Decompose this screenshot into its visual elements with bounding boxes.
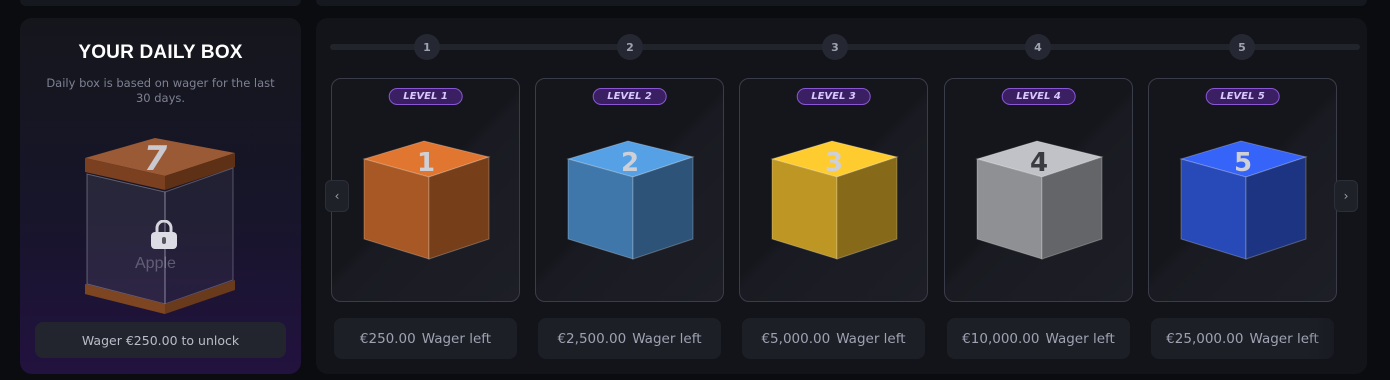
wager-suffix: Wager left: [836, 330, 906, 347]
level-badge: LEVEL 5: [1205, 88, 1280, 105]
level-badge: LEVEL 2: [592, 88, 667, 105]
daily-box-panel: YOUR DAILY BOX Daily box is based on wag…: [20, 18, 301, 374]
level-card-5[interactable]: LEVEL 5 5: [1148, 78, 1337, 302]
lock-icon: [147, 219, 181, 250]
level-card-2[interactable]: LEVEL 2 2: [535, 78, 724, 302]
level-box-number: 4: [1030, 148, 1048, 178]
level-box-image: 4: [967, 129, 1112, 279]
level-box-image: 3: [762, 129, 907, 279]
level-card-1[interactable]: LEVEL 1 1: [331, 78, 520, 302]
level-box-number: 2: [621, 148, 639, 178]
progress-step-1: 1: [414, 34, 440, 60]
daily-box-title: YOUR DAILY BOX: [78, 42, 243, 63]
level-box-image: 2: [558, 129, 703, 279]
chevron-right-icon[interactable]: ›: [1334, 180, 1358, 212]
level-box-number: 5: [1234, 148, 1252, 178]
levels-panel: 1 2 3 4 5 LEVEL 1 1 LEVEL 2 2 LEVEL 3 3 …: [316, 18, 1367, 374]
wager-amount: €2,500.00: [557, 330, 627, 347]
wager-left-3: €5,000.00 Wager left: [742, 318, 925, 359]
wager-amount: €250.00: [359, 330, 416, 347]
level-badge: LEVEL 3: [796, 88, 871, 105]
wager-left-2: €2,500.00 Wager left: [538, 318, 721, 359]
top-panel-edge-right: [316, 0, 1367, 6]
progress-step-5: 5: [1229, 34, 1255, 60]
wager-suffix: Wager left: [421, 330, 492, 347]
top-panel-edge-left: [20, 0, 301, 6]
level-card-4[interactable]: LEVEL 4 4: [944, 78, 1133, 302]
svg-text:Apple: Apple: [135, 255, 176, 272]
level-card-3[interactable]: LEVEL 3 3: [739, 78, 928, 302]
wager-amount: €10,000.00: [962, 330, 1040, 347]
wager-amount: €5,000.00: [761, 330, 831, 347]
wager-suffix: Wager left: [1045, 330, 1115, 347]
wager-left-4: €10,000.00 Wager left: [947, 318, 1130, 359]
level-badge: LEVEL 1: [388, 88, 463, 105]
level-box-number: 1: [417, 148, 435, 178]
wager-amount: €25,000.00: [1166, 330, 1244, 347]
level-box-image: 1: [354, 129, 499, 279]
wager-suffix: Wager left: [632, 330, 702, 347]
chevron-left-icon[interactable]: ‹: [325, 180, 349, 212]
progress-step-3: 3: [822, 34, 848, 60]
wager-left-1: €250.00 Wager left: [334, 318, 517, 359]
daily-box-image: 7 Apple: [75, 128, 245, 318]
progress-step-4: 4: [1025, 34, 1051, 60]
unlock-button[interactable]: Wager €250.00 to unlock: [35, 322, 286, 358]
edge-fade: [1307, 308, 1367, 368]
progress-step-2: 2: [617, 34, 643, 60]
daily-box-description: Daily box is based on wager for the last…: [46, 76, 275, 105]
level-box-image: 5: [1171, 129, 1316, 279]
level-badge: LEVEL 4: [1001, 88, 1076, 105]
level-box-number: 3: [825, 148, 843, 178]
